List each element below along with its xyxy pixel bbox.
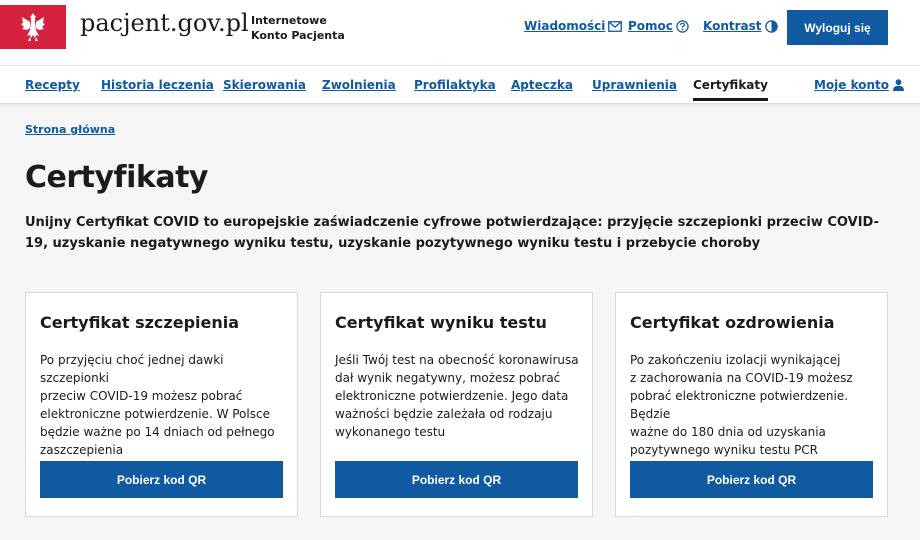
card-text-line: ważne do 180 dnia od uzyskania — [630, 425, 826, 439]
card-text-line: dał wynik negatywny, możesz pobrać — [335, 371, 561, 385]
question-circle-icon — [676, 19, 689, 33]
my-account-label: Moje konto — [814, 78, 890, 92]
contrast-link[interactable]: Kontrast — [703, 19, 778, 33]
card-text-line: pobrać elektroniczne potwierdzenie. Będz… — [630, 389, 849, 421]
top-header: pacjent.gov.pl Internetowe Konto Pacjent… — [0, 0, 920, 66]
messages-link-label: Wiadomości — [524, 19, 606, 33]
main-nav: Recepty Historia leczenia Skierowania Zw… — [0, 66, 920, 104]
card-text-line: Po przyjęciu choć jednej dawki szczepion… — [40, 353, 224, 385]
page-description: Unijny Certyfikat COVID to europejskie z… — [25, 215, 879, 251]
help-link[interactable]: Pomoc — [628, 19, 689, 33]
card-text-line: ważności będzie zależała od rodzaju — [335, 407, 553, 421]
nav-item-recepty[interactable]: Recepty — [25, 78, 80, 92]
recovery-certificate-card: Certyfikat ozdrowienia Po zakończeniu iz… — [615, 292, 888, 517]
card-description: Po zakończeniu izolacji wynikającej z za… — [630, 351, 880, 459]
card-text-line: z zachorowania na COVID-19 możesz — [630, 371, 853, 385]
nav-item-skierowania[interactable]: Skierowania — [223, 78, 306, 92]
logout-button[interactable]: Wyloguj się — [787, 10, 888, 45]
nav-item-zwolnienia[interactable]: Zwolnienia — [322, 78, 396, 92]
site-name[interactable]: pacjent.gov.pl — [80, 9, 249, 37]
white-eagle-icon — [21, 13, 45, 41]
contrast-link-label: Kontrast — [703, 19, 762, 33]
card-title: Certyfikat wyniku testu — [335, 313, 547, 332]
my-account-link[interactable]: Moje konto — [814, 78, 905, 92]
card-text-line: Jeśli Twój test na obecność koronawirusa — [335, 353, 579, 367]
site-subtitle-line: Konto Pacjenta — [251, 29, 345, 42]
page-title: Certyfikaty — [25, 160, 208, 195]
card-text-line: zaszczepienia — [40, 443, 124, 457]
vaccination-certificate-card: Certyfikat szczepienia Po przyjęciu choć… — [25, 292, 298, 517]
test-result-certificate-card: Certyfikat wyniku testu Jeśli Twój test … — [320, 292, 593, 517]
nav-item-uprawnienia[interactable]: Uprawnienia — [592, 78, 677, 92]
download-test-qr-button[interactable]: Pobierz kod QR — [335, 461, 578, 498]
card-text-line: będzie ważne po 14 dniach od pełnego — [40, 425, 275, 439]
card-text-line: pozytywnego wyniku testu PCR — [630, 443, 819, 457]
nav-item-certyfikaty[interactable]: Certyfikaty — [693, 78, 768, 101]
site-subtitle: Internetowe Konto Pacjenta — [251, 13, 371, 43]
card-text-line: elektroniczne potwierdzenie. W Polsce — [40, 407, 270, 421]
nav-item-profilaktyka[interactable]: Profilaktyka — [414, 78, 496, 92]
card-title: Certyfikat szczepienia — [40, 313, 240, 332]
card-text-line: wykonanego testu — [335, 425, 446, 439]
nav-item-historia-leczenia[interactable]: Historia leczenia — [101, 78, 214, 92]
nav-item-apteczka[interactable]: Apteczka — [511, 78, 573, 92]
download-recovery-qr-button[interactable]: Pobierz kod QR — [630, 461, 873, 498]
download-vaccination-qr-button[interactable]: Pobierz kod QR — [40, 461, 283, 498]
card-title: Certyfikat ozdrowienia — [630, 313, 835, 332]
poland-emblem-logo[interactable] — [0, 5, 66, 49]
messages-link[interactable]: Wiadomości — [524, 19, 623, 33]
card-text-line: Po zakończeniu izolacji wynikającej — [630, 353, 841, 367]
card-text-line: przeciw COVID-19 możesz pobrać — [40, 389, 243, 403]
help-link-label: Pomoc — [628, 19, 673, 33]
card-description: Jeśli Twój test na obecność koronawirusa… — [335, 351, 585, 441]
breadcrumb-home[interactable]: Strona główna — [25, 123, 115, 136]
card-text-line: elektroniczne potwierdzenie. Jego data — [335, 389, 569, 403]
envelope-icon — [608, 20, 623, 32]
user-icon — [893, 79, 905, 91]
site-subtitle-line: Internetowe — [251, 14, 327, 27]
contrast-icon — [764, 19, 778, 33]
card-description: Po przyjęciu choć jednej dawki szczepion… — [40, 351, 290, 459]
